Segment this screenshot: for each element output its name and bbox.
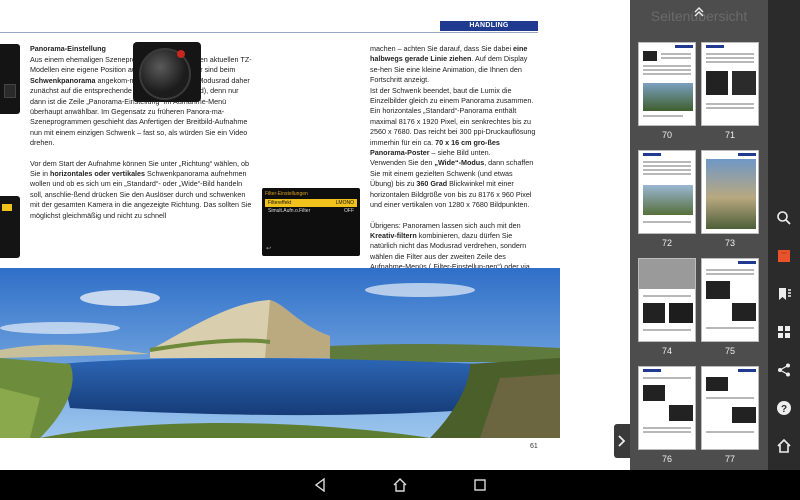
menu-row-label: Filtereffekt (268, 200, 292, 206)
system-navigation-bar (0, 470, 800, 500)
paragraph-5: Verwenden Sie den „Wide“-Modus, dann sch… (370, 158, 538, 210)
page-thumbnail-number: 72 (661, 238, 672, 248)
menu-screenshot: Filter-Einstellungen Filtereffekt LMONO … (262, 188, 360, 256)
search-icon (777, 211, 791, 225)
collapse-up-icon[interactable] (691, 6, 707, 22)
panel-toggle-button[interactable] (614, 424, 630, 458)
bookmark-square-icon (778, 250, 790, 262)
nav-recents-button[interactable] (469, 475, 491, 495)
page-thumbnail[interactable] (701, 42, 759, 126)
bookmark-add-button[interactable] (772, 244, 796, 268)
mode-dial-image (133, 42, 201, 102)
share-button[interactable] (772, 358, 796, 382)
page-thumbnail-number: 74 (661, 346, 672, 356)
paragraph-4: Ist der Schwenk beendet, baut die Lumix … (370, 86, 538, 159)
page-thumbnail[interactable] (638, 366, 696, 450)
page-thumbnail-number: 71 (724, 130, 735, 140)
section-tag: HANDLING (440, 21, 538, 31)
page-thumbnail[interactable] (638, 42, 696, 126)
menu-back-icon: ↩ (266, 246, 272, 252)
nav-home-button[interactable] (389, 475, 411, 495)
text-emphasis: Kreativ-filtern (370, 230, 417, 240)
help-button[interactable]: ? (772, 396, 796, 420)
page-number: 61 (530, 443, 538, 450)
page-thumbnail[interactable] (638, 150, 696, 234)
menu-row: Filtereffekt LMONO (265, 199, 357, 207)
column-1-top: Panorama-Einstellung (30, 44, 132, 54)
text-run: Verwenden Sie den (370, 158, 435, 168)
search-button[interactable] (772, 206, 796, 230)
dial-marker (177, 50, 185, 58)
nav-back-button[interactable] (309, 475, 331, 495)
page-thumbnail-number: 76 (661, 454, 672, 464)
side-toolbar: ? (768, 0, 800, 470)
section-heading: Panorama-Einstellung (30, 44, 106, 53)
page-thumbnail-number: 75 (724, 346, 735, 356)
text-emphasis: 360 Grad (416, 179, 448, 189)
page-overview-panel: Seitenübersicht 70 71 72 73 74 75 76 77 (630, 0, 768, 470)
page-thumbnail[interactable] (701, 366, 759, 450)
page-thumbnail[interactable] (701, 258, 759, 342)
text-run: machen – achten Sie darauf, dass Sie dab… (370, 44, 514, 53)
bookmarks-button[interactable] (772, 282, 796, 306)
text-emphasis: horizontales oder vertikales (49, 169, 146, 179)
back-icon (314, 478, 325, 492)
panorama-photo (0, 268, 560, 438)
grid-view-button[interactable] (772, 320, 796, 344)
paragraph-2: Vor dem Start der Aufnahme können Sie un… (30, 159, 254, 221)
menu-row-label: Simult.Aufn.o.Filter (268, 208, 311, 214)
column-2: machen – achten Sie darauf, dass Sie dab… (370, 44, 538, 283)
camera-screen-image-2 (0, 196, 20, 258)
page-thumbnail-number: 77 (724, 454, 735, 464)
panorama-landscape (0, 268, 560, 438)
page-thumbnail-number: 73 (724, 238, 735, 248)
menu-title: Filter-Einstellungen (265, 191, 308, 197)
camera-screen-image (0, 44, 20, 114)
text-run: Übrigens: Panoramen lassen sich auch mit… (370, 220, 521, 230)
text-emphasis: „Wide“-Modus (434, 158, 485, 168)
page-thumbnail-number: 70 (661, 130, 672, 140)
grid-icon (778, 326, 790, 338)
home-button[interactable] (772, 434, 796, 458)
menu-row: Simult.Aufn.o.Filter OFF (265, 207, 357, 215)
share-icon (778, 363, 790, 377)
svg-text:?: ? (781, 404, 787, 415)
page-thumbnail[interactable] (701, 150, 759, 234)
menu-row-value: LMONO (335, 200, 354, 206)
text-emphasis: Schwenkpanorama (30, 75, 96, 85)
home-icon (777, 438, 791, 453)
paragraph-3: machen – achten Sie darauf, dass Sie dab… (370, 44, 538, 86)
text-run: – siehe Bild unten. (429, 148, 491, 158)
page-spread[interactable]: HANDLING Panorama-Einstellung Aus einem … (0, 0, 630, 470)
section-rule (0, 32, 538, 33)
recents-icon (474, 479, 486, 491)
page-thumbnail[interactable] (638, 258, 696, 342)
bookmark-list-icon (779, 288, 791, 300)
chevron-right-icon (618, 435, 626, 447)
help-icon: ? (777, 401, 791, 415)
menu-row-value: OFF (344, 208, 354, 214)
home-icon (393, 478, 407, 492)
